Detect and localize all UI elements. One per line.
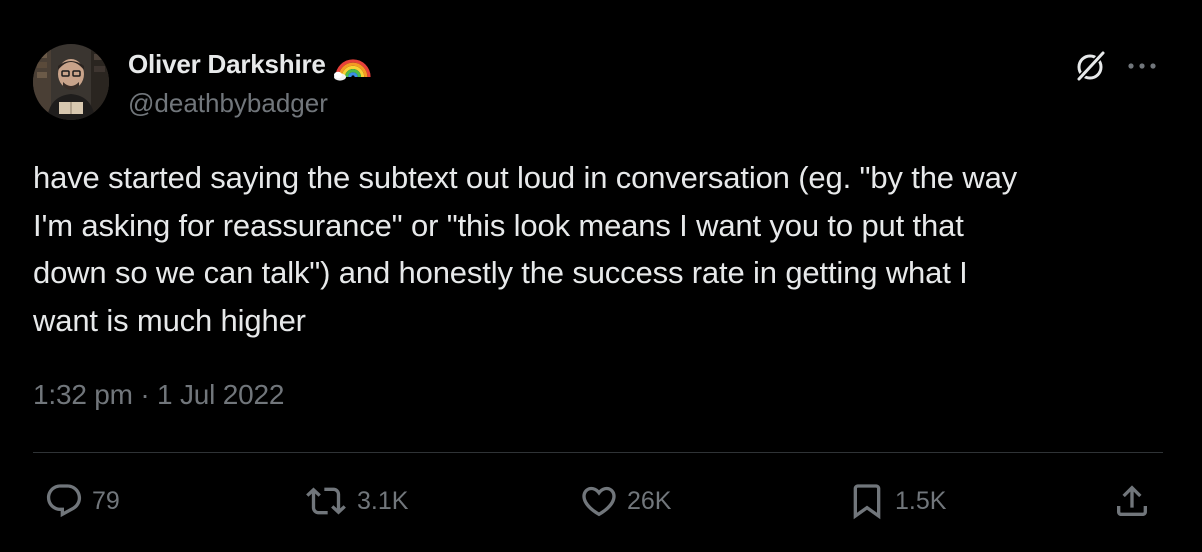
like-button[interactable]: 26K: [579, 481, 671, 521]
bookmark-button[interactable]: 1.5K: [847, 481, 946, 521]
heart-icon: [582, 486, 616, 517]
author-handle[interactable]: @deathbybadger: [128, 88, 328, 119]
rainbow-emoji-icon: [333, 47, 372, 81]
tweet-timestamp[interactable]: 1:32 pm · 1 Jul 2022: [33, 379, 284, 411]
tweet-text: have started saying the subtext out loud…: [33, 160, 1018, 338]
share-icon: [1117, 485, 1147, 516]
reply-button[interactable]: 79: [44, 481, 120, 521]
retweet-button[interactable]: 3.1K: [303, 481, 408, 521]
divider: [33, 452, 1163, 453]
like-count: 26K: [627, 486, 672, 515]
reply-icon: [46, 484, 82, 518]
bookmark-count: 1.5K: [895, 486, 947, 515]
grok-icon[interactable]: [1073, 48, 1109, 84]
tweet-card: Oliver Darkshire @deathbybadger have sta…: [0, 0, 1202, 552]
avatar[interactable]: [33, 44, 109, 120]
display-name[interactable]: Oliver Darkshire: [128, 49, 326, 80]
retweet-icon: [306, 487, 346, 515]
retweet-count: 3.1K: [357, 486, 409, 515]
reply-count: 79: [92, 486, 120, 515]
share-button[interactable]: [1112, 481, 1152, 521]
more-options-icon[interactable]: [1124, 50, 1160, 82]
bookmark-icon: [853, 484, 881, 520]
author-name-row[interactable]: Oliver Darkshire: [128, 47, 372, 81]
